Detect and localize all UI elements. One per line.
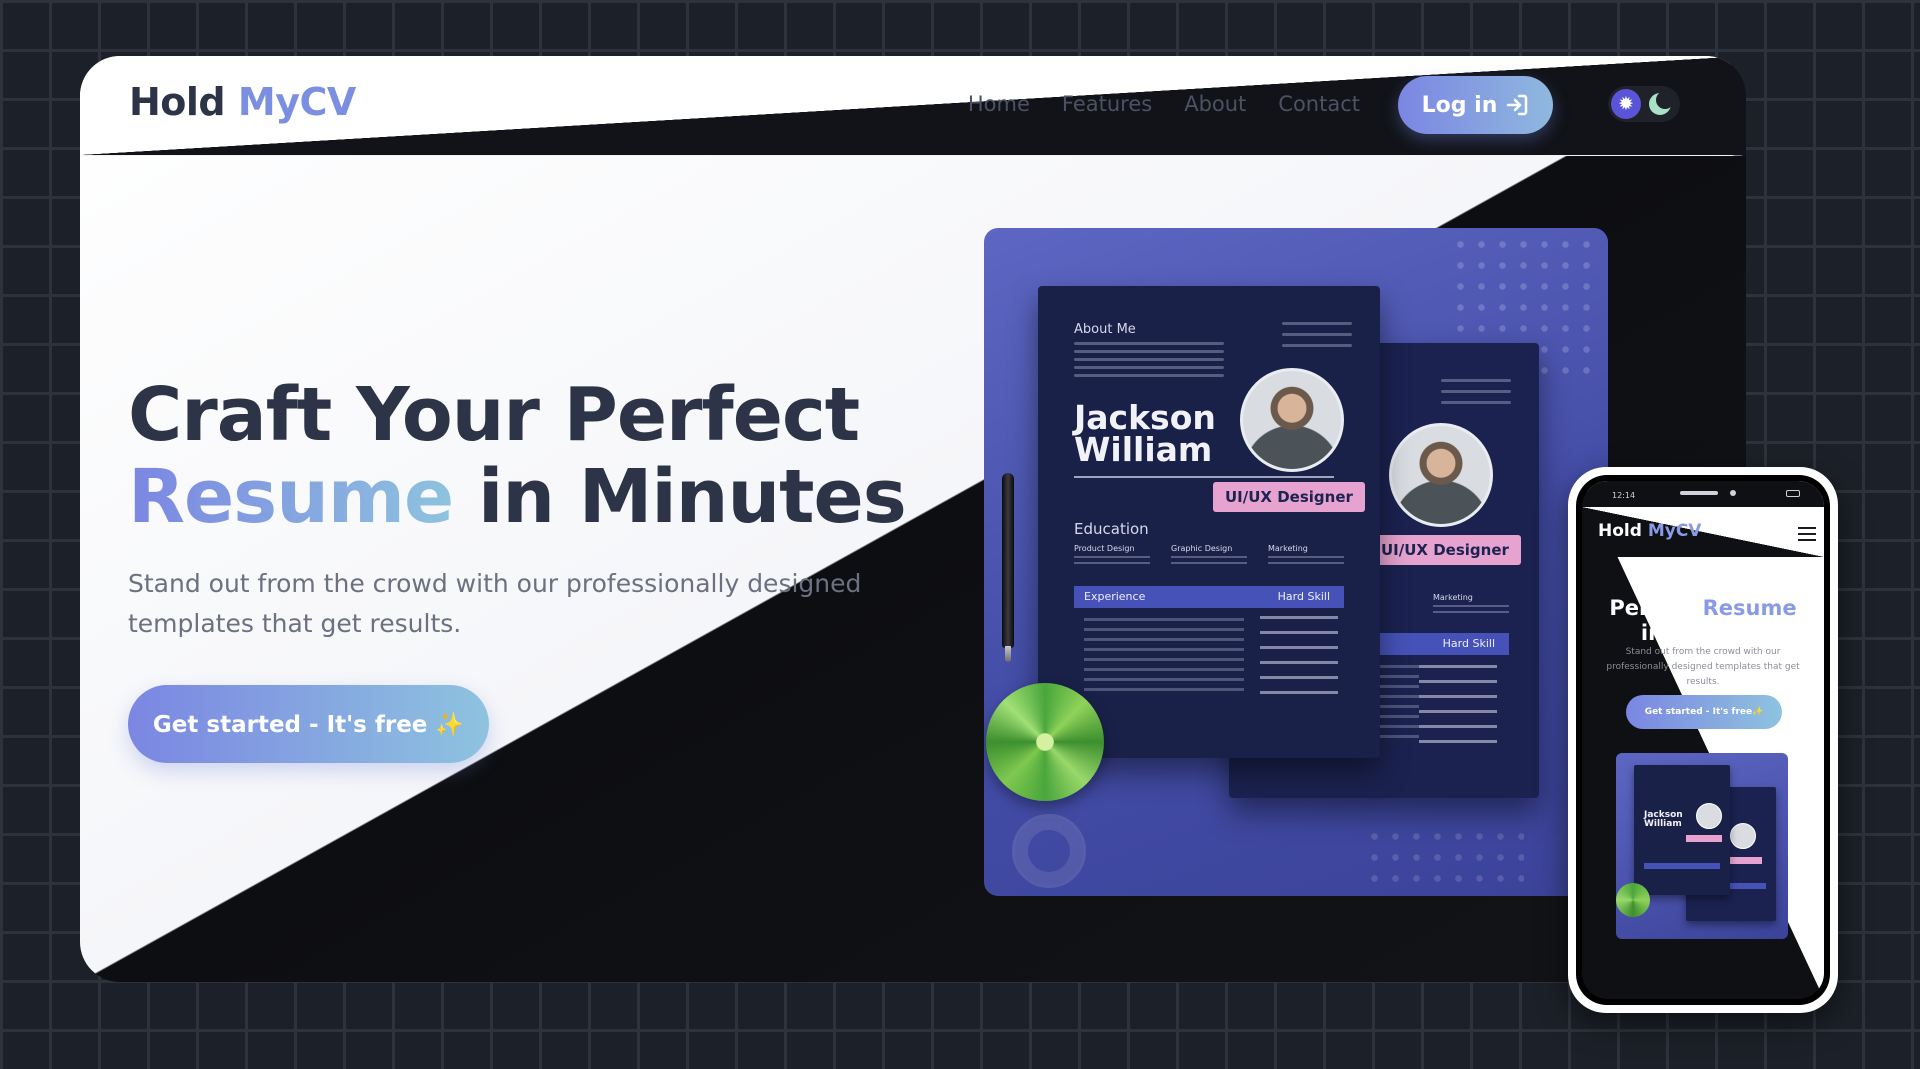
- role-badge: UI/UX Designer: [1213, 482, 1365, 512]
- dot-pattern-decoration: [1364, 826, 1524, 886]
- nav-link-features[interactable]: Features: [1062, 92, 1152, 116]
- phone-hero-subtitle: Stand out from the crowd with our profes…: [1606, 647, 1800, 687]
- contact-lines: [1441, 379, 1511, 412]
- profile-photo: [1696, 803, 1722, 829]
- skill-lines: [1260, 616, 1338, 706]
- nav-link-contact[interactable]: Contact: [1278, 92, 1360, 116]
- role-badge: [1726, 857, 1762, 864]
- status-time: 12:14: [1612, 491, 1636, 500]
- get-started-button[interactable]: Get started - It's free ✨: [128, 685, 489, 763]
- phone-title-accent: Resume: [1702, 596, 1797, 620]
- education-columns: Product Design Graphic Design Marketing: [1074, 544, 1344, 568]
- desktop-mockup: Hold MyCV Home Features About Contact Lo…: [80, 56, 1746, 982]
- profile-photo: [1389, 423, 1493, 527]
- role-badge: [1686, 835, 1722, 842]
- phone-screen: 12:14 Hold MyCV Craft Your Perfect Resum…: [1582, 481, 1824, 999]
- phone-bezel: 12:14 Hold MyCV Craft Your Perfect Resum…: [1576, 475, 1830, 1005]
- phone-mockup: 12:14 Hold MyCV Craft Your Perfect Resum…: [1568, 467, 1838, 1013]
- main-nav: Home Features About Contact: [968, 92, 1360, 116]
- pen-decoration: [1002, 473, 1014, 662]
- resume-card-front: About Me Jackson William UI/UX Designer …: [1038, 286, 1380, 758]
- hero-subtitle: Stand out from the crowd with our profes…: [128, 569, 862, 638]
- login-button[interactable]: Log in: [1398, 76, 1553, 134]
- phone-resume-name: Jackson William: [1644, 810, 1683, 829]
- education-heading: Education: [1074, 520, 1149, 538]
- profile-photo: [1240, 368, 1344, 472]
- succulent-plant-decoration: [986, 683, 1104, 801]
- divider: [1074, 476, 1334, 478]
- gear-sun-icon: ✹: [1611, 89, 1641, 119]
- theme-toggle[interactable]: ✹: [1608, 86, 1680, 122]
- camera-dot: [1730, 490, 1736, 496]
- experience-bar: [1644, 863, 1720, 869]
- logo-text-mycv: MyCV: [237, 80, 356, 124]
- experience-bar: Experience Hard Skill: [1074, 586, 1344, 608]
- resume-showcase-image: UI/UX Designer Graphic Design Marketing …: [984, 228, 1608, 896]
- speaker-notch: [1680, 491, 1718, 495]
- resume-name: Jackson William: [1074, 398, 1216, 469]
- logo-text-hold: Hold: [129, 80, 226, 124]
- phone-hero-title: Craft Your Perfect Resume in Minutes: [1582, 571, 1824, 646]
- phone-navbar: Hold MyCV: [1582, 507, 1824, 557]
- succulent-plant-decoration: [1616, 883, 1650, 917]
- phone-title-word: Perfect: [1609, 596, 1696, 620]
- phone-get-started-button[interactable]: Get started - It's free✨: [1626, 695, 1782, 729]
- skill-lines: [1419, 665, 1497, 755]
- hero-title-line1: Craft Your Perfect: [128, 372, 860, 458]
- moon-icon: [1649, 91, 1674, 115]
- site-logo[interactable]: Hold MyCV: [129, 80, 356, 124]
- phone-logo-hold: Hold: [1598, 521, 1642, 541]
- hamburger-menu-icon[interactable]: [1798, 527, 1816, 541]
- hard-skill-heading: Hard Skill: [1277, 590, 1330, 603]
- experience-lines: [1084, 618, 1244, 698]
- nav-link-about[interactable]: About: [1184, 92, 1246, 116]
- experience-heading: Experience: [1084, 590, 1146, 603]
- phone-logo[interactable]: Hold MyCV: [1598, 521, 1701, 541]
- about-lines: [1074, 342, 1224, 382]
- phone-logo-mycv: MyCV: [1647, 521, 1702, 541]
- phone-title-line3: in Minutes: [1640, 621, 1766, 645]
- phone-resume-card-front: Jackson William: [1634, 765, 1730, 895]
- hero-title-accent: Resume: [128, 454, 454, 540]
- phone-status-bar: 12:14: [1582, 481, 1824, 507]
- circle-decoration: [1012, 814, 1086, 888]
- nav-link-home[interactable]: Home: [968, 92, 1030, 116]
- login-arrow-icon: [1507, 94, 1528, 116]
- navbar: Hold MyCV Home Features About Contact Lo…: [80, 56, 1746, 156]
- phone-title-line1: Craft Your: [1643, 571, 1763, 595]
- hero-title: Craft Your Perfect Resume in Minutes: [128, 372, 907, 540]
- hard-skill-heading: Hard Skill: [1442, 637, 1495, 650]
- profile-photo: [1730, 823, 1756, 849]
- login-label: Log in: [1421, 92, 1498, 118]
- battery-icon: [1786, 490, 1800, 497]
- hero-title-rest: in Minutes: [477, 454, 907, 540]
- phone-resume-image: Jackson William: [1616, 753, 1788, 939]
- contact-lines: [1282, 322, 1352, 355]
- about-heading: About Me: [1074, 322, 1136, 337]
- role-badge: UI/UX Designer: [1369, 535, 1521, 565]
